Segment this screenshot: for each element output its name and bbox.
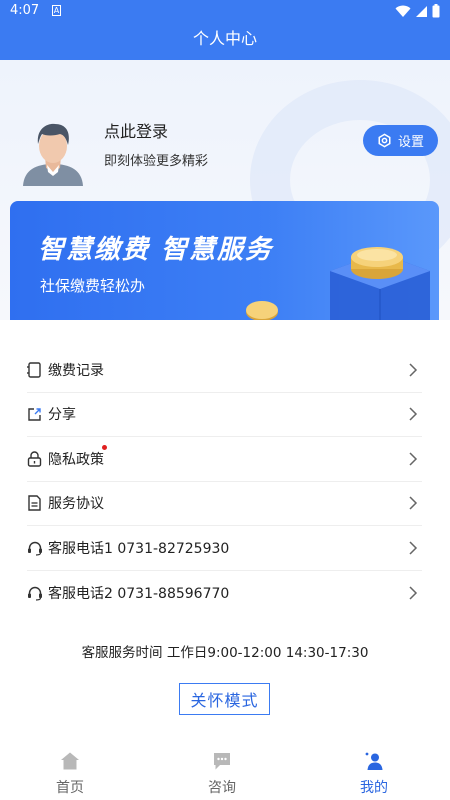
menu-item-label: 分享 [48,407,76,424]
menu-item-service-agreement[interactable]: 服务协议 [27,482,422,526]
home-icon [61,752,79,770]
status-time: 4:07 [10,3,40,18]
chevron-right-icon [409,407,418,421]
coin-stack-illustration [330,247,430,320]
care-mode-button[interactable]: 关怀模式 [179,683,270,715]
promo-banner[interactable]: 智慧缴费 智慧服务 社保缴费轻松办 [10,201,439,320]
receipt-icon [27,362,43,378]
menu-item-payment-records[interactable]: 缴费记录 [27,348,422,393]
tab-label: 首页 [56,780,84,796]
bottom-tab-bar: 首页 咨询 我的 [0,745,450,800]
menu-item-label: 客服电话2 0731-88596770 [48,585,230,602]
chevron-right-icon [409,363,418,377]
menu-item-privacy-policy[interactable]: 隐私政策 [27,437,422,482]
tab-label: 我的 [360,780,388,796]
login-subtitle: 即刻体验更多精彩 [104,154,209,169]
chevron-right-icon [409,586,418,600]
status-bar: 4:07 A [0,0,450,22]
notification-a-icon: A [52,5,61,16]
settings-label: 设置 [397,135,424,150]
banner-title: 智慧缴费 智慧服务 [38,235,274,265]
chat-icon [214,753,230,770]
lock-icon [27,451,43,467]
menu-item-label: 隐私政策 [48,451,104,468]
gear-icon [378,133,391,148]
settings-button[interactable]: 设置 [363,125,438,156]
battery-icon [432,4,440,18]
menu-item-hotline-1[interactable]: 客服电话1 0731-82725930 [27,526,422,571]
share-icon [27,406,43,422]
document-icon [27,495,43,511]
tab-label: 咨询 [208,780,236,796]
chevron-right-icon [409,541,418,555]
coin-icon [246,301,278,320]
tab-home[interactable]: 首页 [20,745,120,800]
menu-item-label: 缴费记录 [48,362,104,379]
login-title[interactable]: 点此登录 [104,118,168,142]
page-title: 个人中心 [0,22,450,60]
service-hours-text: 客服服务时间 工作日9:00-12:00 14:30-17:30 [81,645,369,661]
menu-item-label: 服务协议 [48,496,104,513]
avatar[interactable] [18,116,88,186]
wifi-icon [395,5,411,17]
headset-icon [27,540,43,556]
tab-mine[interactable]: 我的 [324,745,424,800]
menu-list: 缴费记录 分享 隐私政策 服务协议 客服电话1 0731-82725930 客服… [27,348,422,615]
signal-icon [416,5,427,17]
banner-subtitle: 社保缴费轻松办 [40,277,146,295]
chevron-right-icon [409,452,418,466]
menu-item-share[interactable]: 分享 [27,393,422,437]
notification-dot [102,445,107,450]
tab-consult[interactable]: 咨询 [172,745,272,800]
menu-item-label: 客服电话1 0731-82725930 [48,540,230,557]
status-icons [395,4,440,18]
menu-item-hotline-2[interactable]: 客服电话2 0731-88596770 [27,571,422,616]
headset-icon [27,585,43,601]
chevron-right-icon [409,496,418,510]
user-icon [365,752,383,770]
